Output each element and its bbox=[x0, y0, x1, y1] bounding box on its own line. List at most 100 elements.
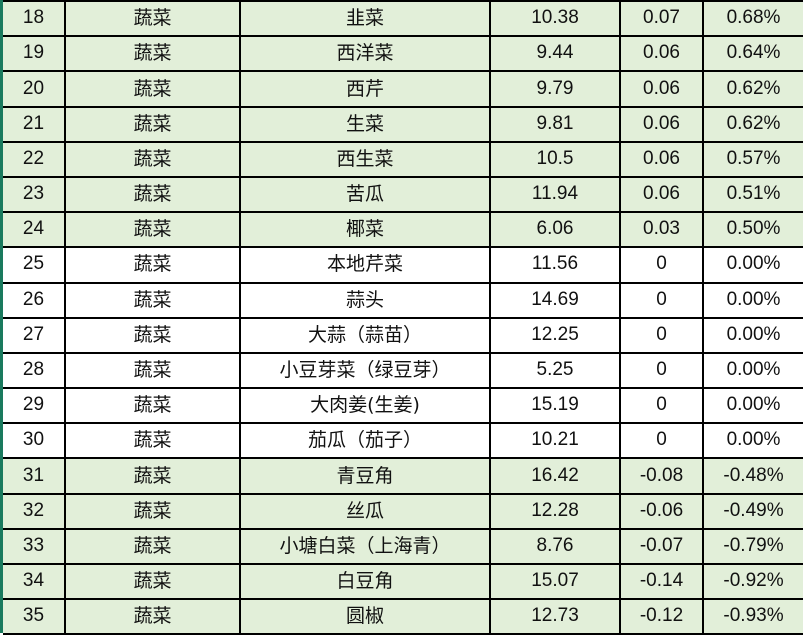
category-cell[interactable]: 蔬菜 bbox=[65, 71, 241, 108]
absolute-change-cell[interactable]: 0.06 bbox=[620, 71, 704, 108]
product-name-cell[interactable]: 西芹 bbox=[240, 71, 491, 108]
absolute-change-cell[interactable]: -0.12 bbox=[620, 599, 704, 635]
row-number-cell[interactable]: 19 bbox=[3, 36, 66, 73]
table-row[interactable]: 23 蔬菜 苦瓜 11.94 0.06 0.51% bbox=[3, 176, 803, 214]
row-number-cell[interactable]: 22 bbox=[3, 141, 66, 178]
price-cell[interactable]: 12.73 bbox=[490, 599, 621, 635]
category-cell[interactable]: 蔬菜 bbox=[65, 388, 241, 425]
row-number-cell[interactable]: 33 bbox=[3, 528, 66, 566]
percent-change-cell[interactable]: 0.62% bbox=[703, 71, 803, 108]
row-number-cell[interactable]: 24 bbox=[3, 212, 66, 249]
row-number-cell[interactable]: 21 bbox=[3, 106, 66, 143]
category-cell[interactable]: 蔬菜 bbox=[65, 352, 241, 390]
table-row[interactable]: 19 蔬菜 西洋菜 9.44 0.06 0.64% bbox=[3, 36, 803, 73]
price-cell[interactable]: 14.69 bbox=[490, 282, 621, 319]
category-cell[interactable]: 蔬菜 bbox=[65, 599, 241, 635]
product-name-cell[interactable]: 椰菜 bbox=[240, 212, 491, 249]
product-name-cell[interactable]: 西生菜 bbox=[240, 141, 491, 178]
table-row[interactable]: 30 蔬菜 茄瓜（茄子） 10.21 0 0.00% bbox=[3, 423, 803, 460]
price-cell[interactable]: 15.19 bbox=[490, 388, 621, 425]
price-cell[interactable]: 10.5 bbox=[490, 141, 621, 178]
category-cell[interactable]: 蔬菜 bbox=[65, 106, 241, 143]
absolute-change-cell[interactable]: 0.06 bbox=[620, 36, 704, 73]
category-cell[interactable]: 蔬菜 bbox=[65, 1, 241, 38]
percent-change-cell[interactable]: 0.00% bbox=[703, 388, 803, 425]
absolute-change-cell[interactable]: 0 bbox=[620, 388, 704, 425]
percent-change-cell[interactable]: 0.50% bbox=[703, 212, 803, 249]
row-number-cell[interactable]: 31 bbox=[3, 458, 66, 495]
percent-change-cell[interactable]: 0.51% bbox=[703, 176, 803, 214]
table-row[interactable]: 20 蔬菜 西芹 9.79 0.06 0.62% bbox=[3, 71, 803, 108]
product-name-cell[interactable]: 丝瓜 bbox=[240, 493, 491, 530]
absolute-change-cell[interactable]: -0.08 bbox=[620, 458, 704, 495]
price-cell[interactable]: 11.56 bbox=[490, 247, 621, 284]
absolute-change-cell[interactable]: 0.06 bbox=[620, 176, 704, 214]
row-number-cell[interactable]: 18 bbox=[3, 1, 66, 38]
row-number-cell[interactable]: 30 bbox=[3, 423, 66, 460]
table-row[interactable]: 31 蔬菜 青豆角 16.42 -0.08 -0.48% bbox=[3, 458, 803, 495]
price-cell[interactable]: 9.79 bbox=[490, 71, 621, 108]
product-name-cell[interactable]: 青豆角 bbox=[240, 458, 491, 495]
category-cell[interactable]: 蔬菜 bbox=[65, 423, 241, 460]
category-cell[interactable]: 蔬菜 bbox=[65, 141, 241, 178]
percent-change-cell[interactable]: -0.49% bbox=[703, 493, 803, 530]
absolute-change-cell[interactable]: -0.07 bbox=[620, 528, 704, 566]
category-cell[interactable]: 蔬菜 bbox=[65, 317, 241, 354]
price-cell[interactable]: 6.06 bbox=[490, 212, 621, 249]
category-cell[interactable]: 蔬菜 bbox=[65, 493, 241, 530]
percent-change-cell[interactable]: 0.64% bbox=[703, 36, 803, 73]
product-name-cell[interactable]: 苦瓜 bbox=[240, 176, 491, 214]
absolute-change-cell[interactable]: 0.03 bbox=[620, 212, 704, 249]
table-row[interactable]: 26 蔬菜 蒜头 14.69 0 0.00% bbox=[3, 282, 803, 319]
category-cell[interactable]: 蔬菜 bbox=[65, 458, 241, 495]
percent-change-cell[interactable]: 0.68% bbox=[703, 1, 803, 38]
absolute-change-cell[interactable]: 0.06 bbox=[620, 141, 704, 178]
percent-change-cell[interactable]: -0.93% bbox=[703, 599, 803, 635]
absolute-change-cell[interactable]: 0 bbox=[620, 423, 704, 460]
product-name-cell[interactable]: 西洋菜 bbox=[240, 36, 491, 73]
percent-change-cell[interactable]: 0.00% bbox=[703, 423, 803, 460]
row-number-cell[interactable]: 35 bbox=[3, 599, 66, 635]
product-name-cell[interactable]: 韭菜 bbox=[240, 1, 491, 38]
percent-change-cell[interactable]: -0.92% bbox=[703, 564, 803, 601]
table-row[interactable]: 28 蔬菜 小豆芽菜（绿豆芽） 5.25 0 0.00% bbox=[3, 352, 803, 390]
absolute-change-cell[interactable]: 0.06 bbox=[620, 106, 704, 143]
absolute-change-cell[interactable]: 0 bbox=[620, 317, 704, 354]
product-name-cell[interactable]: 小豆芽菜（绿豆芽） bbox=[240, 352, 491, 390]
product-name-cell[interactable]: 茄瓜（茄子） bbox=[240, 423, 491, 460]
percent-change-cell[interactable]: -0.48% bbox=[703, 458, 803, 495]
product-name-cell[interactable]: 小塘白菜（上海青） bbox=[240, 528, 491, 566]
table-row[interactable]: 24 蔬菜 椰菜 6.06 0.03 0.50% bbox=[3, 212, 803, 249]
table-row[interactable]: 22 蔬菜 西生菜 10.5 0.06 0.57% bbox=[3, 141, 803, 178]
price-cell[interactable]: 9.44 bbox=[490, 36, 621, 73]
table-row[interactable]: 34 蔬菜 白豆角 15.07 -0.14 -0.92% bbox=[3, 564, 803, 601]
absolute-change-cell[interactable]: 0 bbox=[620, 352, 704, 390]
percent-change-cell[interactable]: 0.00% bbox=[703, 317, 803, 354]
product-name-cell[interactable]: 大蒜（蒜苗） bbox=[240, 317, 491, 354]
table-row[interactable]: 21 蔬菜 生菜 9.81 0.06 0.62% bbox=[3, 106, 803, 143]
category-cell[interactable]: 蔬菜 bbox=[65, 528, 241, 566]
product-name-cell[interactable]: 蒜头 bbox=[240, 282, 491, 319]
absolute-change-cell[interactable]: -0.14 bbox=[620, 564, 704, 601]
row-number-cell[interactable]: 26 bbox=[3, 282, 66, 319]
category-cell[interactable]: 蔬菜 bbox=[65, 247, 241, 284]
row-number-cell[interactable]: 29 bbox=[3, 388, 66, 425]
percent-change-cell[interactable]: 0.00% bbox=[703, 247, 803, 284]
absolute-change-cell[interactable]: 0 bbox=[620, 282, 704, 319]
price-cell[interactable]: 5.25 bbox=[490, 352, 621, 390]
category-cell[interactable]: 蔬菜 bbox=[65, 564, 241, 601]
row-number-cell[interactable]: 28 bbox=[3, 352, 66, 390]
row-number-cell[interactable]: 27 bbox=[3, 317, 66, 354]
category-cell[interactable]: 蔬菜 bbox=[65, 36, 241, 73]
price-cell[interactable]: 11.94 bbox=[490, 176, 621, 214]
category-cell[interactable]: 蔬菜 bbox=[65, 282, 241, 319]
price-cell[interactable]: 16.42 bbox=[490, 458, 621, 495]
category-cell[interactable]: 蔬菜 bbox=[65, 212, 241, 249]
percent-change-cell[interactable]: 0.00% bbox=[703, 282, 803, 319]
absolute-change-cell[interactable]: 0.07 bbox=[620, 1, 704, 38]
row-number-cell[interactable]: 25 bbox=[3, 247, 66, 284]
product-name-cell[interactable]: 本地芹菜 bbox=[240, 247, 491, 284]
percent-change-cell[interactable]: 0.00% bbox=[703, 352, 803, 390]
absolute-change-cell[interactable]: -0.06 bbox=[620, 493, 704, 530]
table-row[interactable]: 27 蔬菜 大蒜（蒜苗） 12.25 0 0.00% bbox=[3, 317, 803, 354]
